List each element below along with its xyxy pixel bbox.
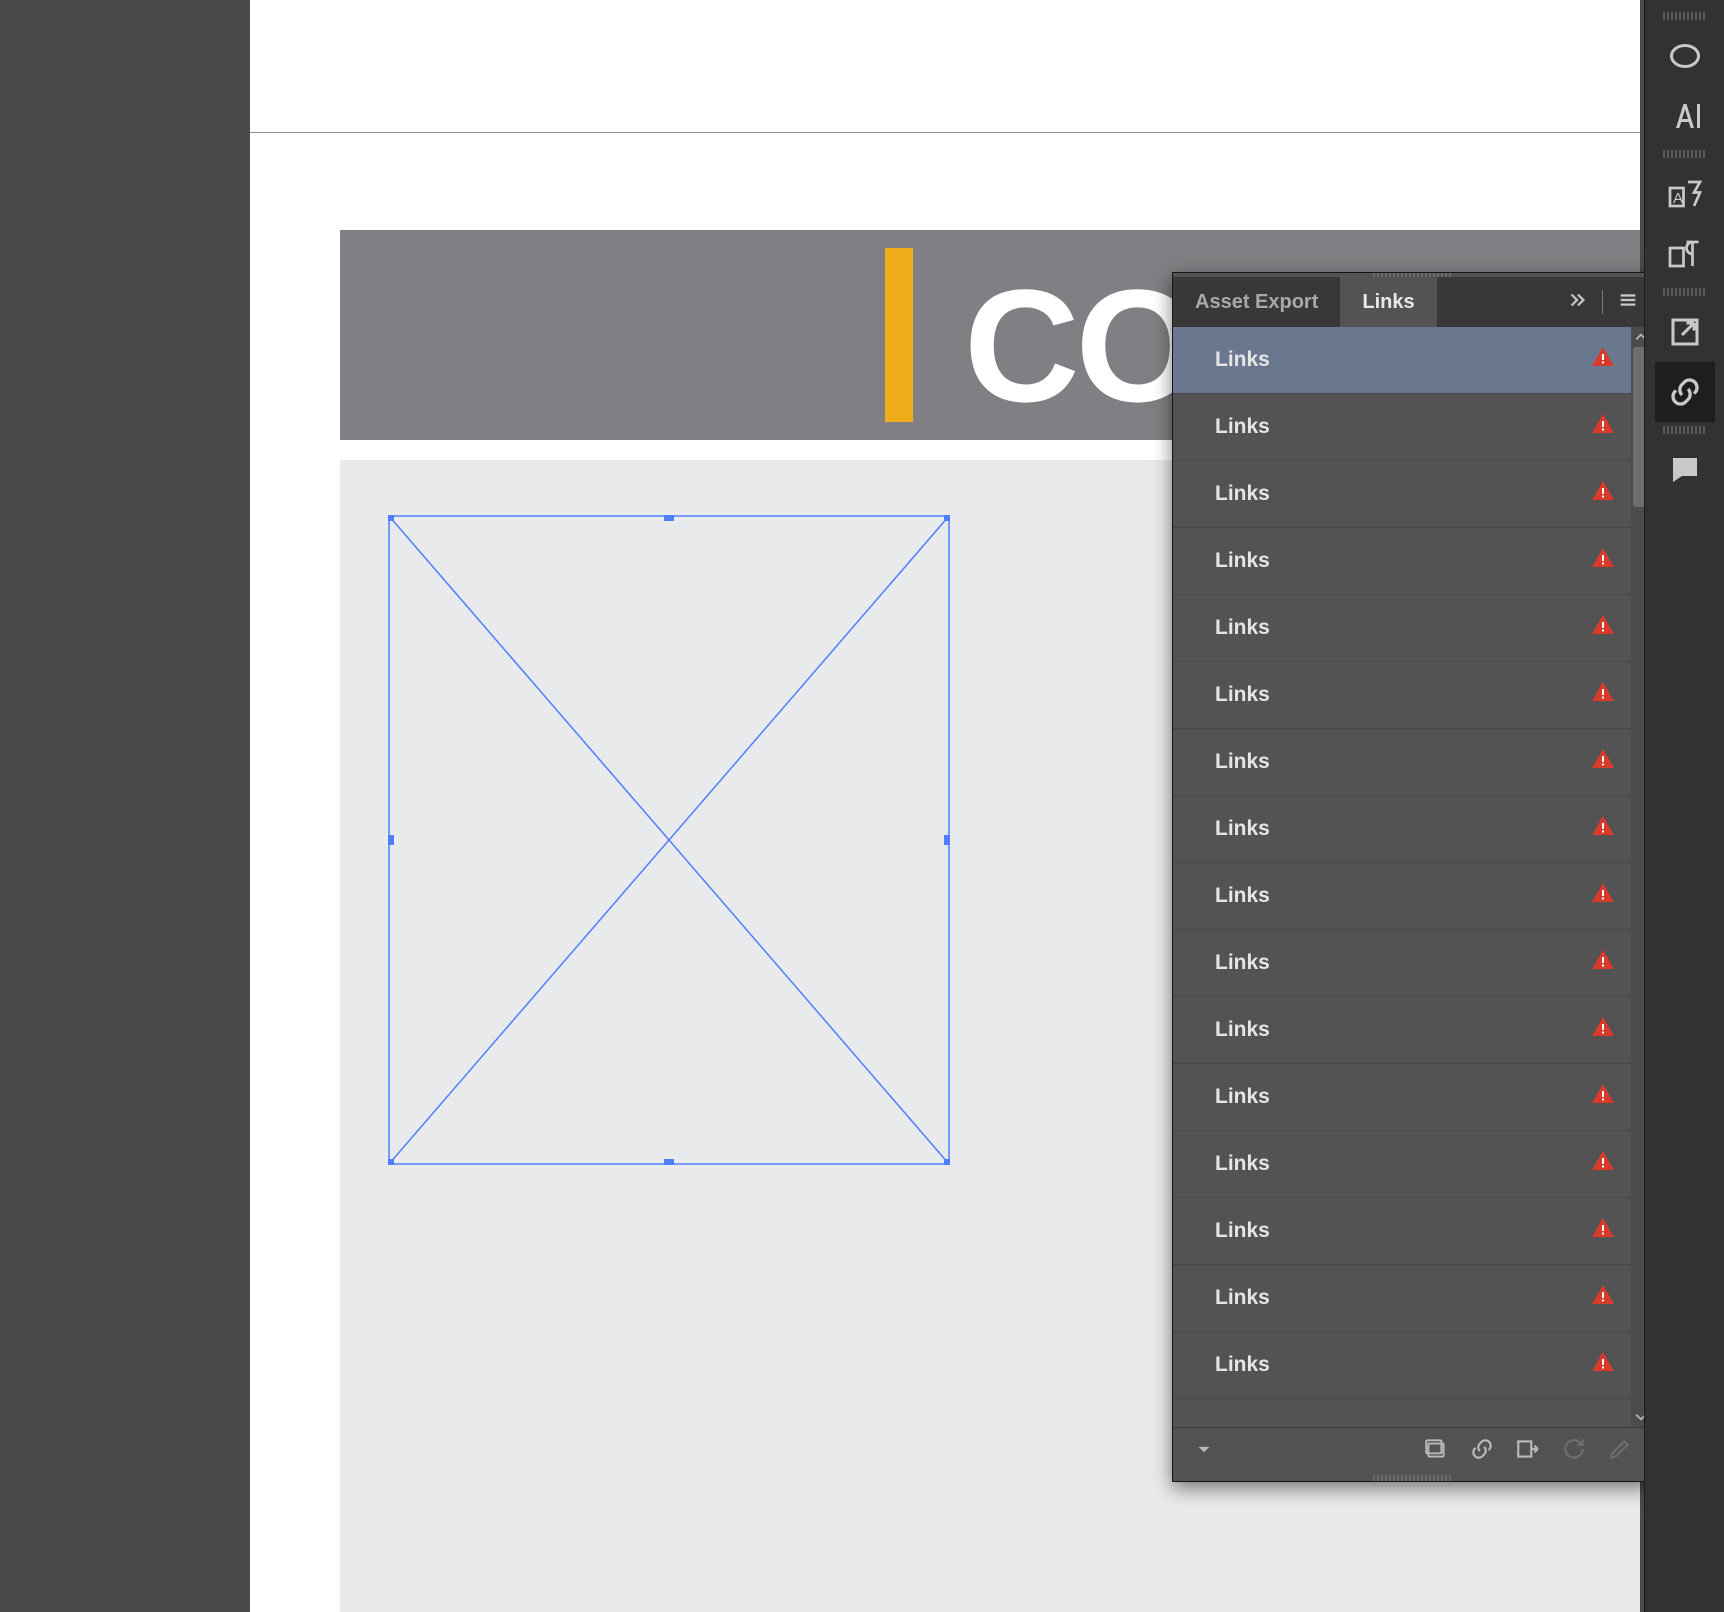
link-row[interactable]: Links [1173, 1265, 1633, 1332]
header-accent [885, 248, 913, 422]
link-name: Links [1215, 348, 1270, 372]
warning-icon [1591, 613, 1615, 643]
panel-resize-grip[interactable] [1373, 1475, 1451, 1481]
relink-icon[interactable] [1469, 1436, 1495, 1467]
link-row[interactable]: Links [1173, 1131, 1633, 1198]
link-row[interactable]: Links [1173, 528, 1633, 595]
warning-icon [1591, 747, 1615, 777]
opentype-icon[interactable] [1655, 26, 1715, 86]
rail-grip[interactable] [1663, 426, 1707, 434]
svg-text:A: A [1673, 190, 1683, 207]
glyphs-icon[interactable]: A [1655, 164, 1715, 224]
link-row[interactable]: Links [1173, 796, 1633, 863]
link-name: Links [1215, 750, 1270, 774]
panel-menu-icon[interactable] [1617, 289, 1639, 316]
link-name: Links [1215, 1085, 1270, 1109]
update-link-icon [1561, 1436, 1587, 1467]
collapse-panel-icon[interactable] [1566, 289, 1588, 316]
link-name: Links [1215, 1286, 1270, 1310]
link-row[interactable]: Links [1173, 863, 1633, 930]
link-name: Links [1215, 1353, 1270, 1377]
link-row[interactable]: Links [1173, 662, 1633, 729]
show-info-toggle[interactable] [1191, 1436, 1217, 1467]
link-row[interactable]: Links [1173, 1332, 1633, 1399]
panel-tabs: Asset Export Links [1173, 277, 1651, 327]
link-row[interactable]: Links [1173, 327, 1633, 394]
link-name: Links [1215, 616, 1270, 640]
links-panel: Asset Export Links LinksLinksLinksLinksL… [1172, 272, 1652, 1482]
paragraph-styles-icon[interactable] [1655, 224, 1715, 284]
link-name: Links [1215, 683, 1270, 707]
link-row[interactable]: Links [1173, 461, 1633, 528]
page-guide [250, 132, 1640, 133]
character-icon[interactable] [1655, 86, 1715, 146]
warning-icon [1591, 948, 1615, 978]
link-row[interactable]: Links [1173, 394, 1633, 461]
export-icon[interactable] [1655, 302, 1715, 362]
comments-icon[interactable] [1655, 440, 1715, 500]
link-row[interactable]: Links [1173, 1064, 1633, 1131]
link-row[interactable]: Links [1173, 729, 1633, 796]
warning-icon [1591, 881, 1615, 911]
link-name: Links [1215, 549, 1270, 573]
relink-cc-icon[interactable] [1423, 1436, 1449, 1467]
links-rail-icon[interactable] [1655, 362, 1715, 422]
warning-icon [1591, 1082, 1615, 1112]
link-name: Links [1215, 1152, 1270, 1176]
warning-icon [1591, 546, 1615, 576]
link-row[interactable]: Links [1173, 997, 1633, 1064]
edit-original-icon [1607, 1436, 1633, 1467]
warning-icon [1591, 1350, 1615, 1380]
links-list: Links Links Links Links Links Links Links Links… [1173, 327, 1633, 1427]
link-row[interactable]: Links [1173, 595, 1633, 662]
go-to-link-icon[interactable] [1515, 1436, 1541, 1467]
warning-icon [1591, 479, 1615, 509]
warning-icon [1591, 1216, 1615, 1246]
warning-icon [1591, 814, 1615, 844]
rail-grip[interactable] [1663, 12, 1707, 20]
link-name: Links [1215, 1018, 1270, 1042]
divider [1602, 290, 1603, 314]
link-name: Links [1215, 1219, 1270, 1243]
warning-icon [1591, 412, 1615, 442]
tab-asset-export[interactable]: Asset Export [1173, 277, 1340, 327]
warning-icon [1591, 680, 1615, 710]
link-name: Links [1215, 951, 1270, 975]
right-rail: A [1644, 0, 1724, 1612]
panel-footer [1173, 1427, 1651, 1475]
link-row[interactable]: Links [1173, 930, 1633, 997]
tab-links[interactable]: Links [1340, 277, 1436, 327]
link-name: Links [1215, 817, 1270, 841]
warning-icon [1591, 1283, 1615, 1313]
link-name: Links [1215, 482, 1270, 506]
warning-icon [1591, 1149, 1615, 1179]
link-name: Links [1215, 884, 1270, 908]
link-name: Links [1215, 415, 1270, 439]
rail-grip[interactable] [1663, 150, 1707, 158]
link-row[interactable]: Links [1173, 1198, 1633, 1265]
warning-icon [1591, 345, 1615, 375]
links-list-scroll: Links Links Links Links Links Links Links Links… [1173, 327, 1651, 1427]
selected-frame[interactable] [388, 515, 950, 1165]
rail-grip[interactable] [1663, 288, 1707, 296]
warning-icon [1591, 1015, 1615, 1045]
